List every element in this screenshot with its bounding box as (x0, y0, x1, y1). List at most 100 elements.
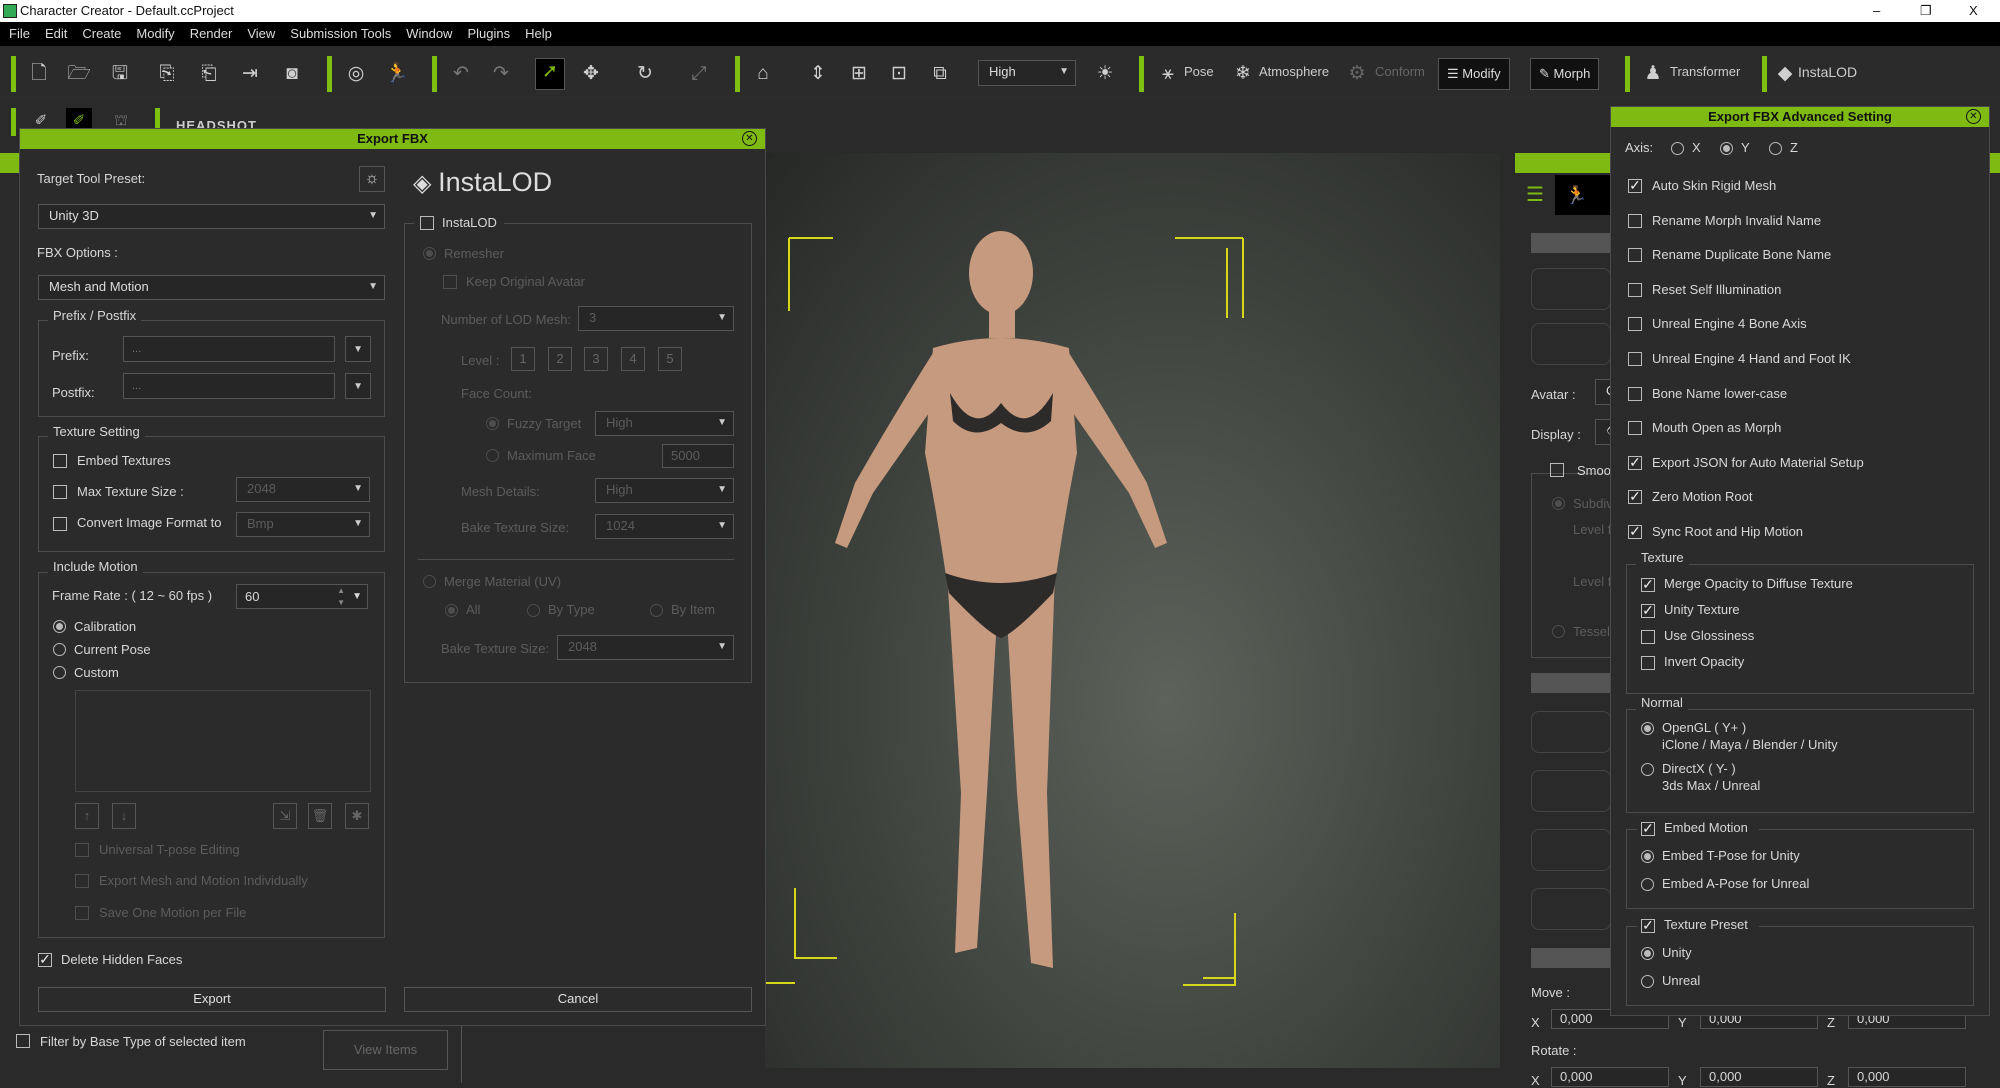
fbx-options-dropdown[interactable]: Mesh and Motion ▼ (38, 275, 385, 300)
conform-icon[interactable]: ⚙ (1344, 61, 1370, 87)
section-collapse-bar[interactable] (1531, 673, 1611, 693)
load-motion-icon[interactable]: ⇲ (273, 803, 297, 829)
move-icon[interactable]: ✥ (578, 61, 604, 87)
frame-rate-input[interactable]: 60 ▲ ▼ ▼ (236, 584, 368, 609)
motion-icon[interactable]: 🏃 (384, 61, 410, 87)
chevron-down-icon[interactable]: ▼ (352, 585, 362, 609)
atmosphere-button[interactable]: Atmosphere (1259, 64, 1329, 79)
pose-icon[interactable]: ⚹ (1155, 61, 1181, 87)
export-individually-checkbox[interactable] (75, 874, 89, 888)
level-3-button[interactable]: 3 (584, 347, 608, 371)
current-pose-radio[interactable] (53, 643, 66, 656)
panel-button[interactable] (1531, 711, 1611, 753)
viewport[interactable] (765, 153, 1500, 1068)
instalod-icon[interactable]: ◆ (1772, 61, 1798, 87)
menu-modify[interactable]: Modify (136, 26, 174, 41)
option-checkbox[interactable]: ✓ (1628, 524, 1642, 539)
import-icon[interactable]: ⎘ (154, 61, 180, 87)
panel-button[interactable] (1531, 323, 1611, 365)
texture-option-checkbox[interactable]: ✓ (1641, 577, 1655, 592)
convert-format-checkbox[interactable] (53, 517, 67, 531)
spinner-arrows-icon[interactable]: ▲ ▼ (337, 585, 345, 609)
lod-count-dropdown[interactable]: 3 ▼ (578, 306, 734, 331)
motion-list[interactable] (75, 690, 371, 792)
rotate-y-input[interactable]: 0,000 (1700, 1067, 1818, 1087)
delete-hidden-faces-checkbox[interactable]: ✓ (38, 952, 52, 967)
postfix-dropdown-button[interactable]: ▼ (345, 373, 371, 399)
filter-checkbox[interactable] (16, 1034, 30, 1048)
transformer-icon[interactable]: ♟ (1640, 61, 1666, 87)
close-button[interactable]: X (1969, 0, 1978, 22)
option-checkbox[interactable] (1628, 421, 1642, 436)
home-camera-icon[interactable]: ⌂ (750, 61, 776, 87)
panel-button[interactable] (1531, 770, 1611, 812)
menu-submission-tools[interactable]: Submission Tools (290, 26, 391, 41)
embed-textures-checkbox[interactable] (53, 454, 67, 468)
max-texture-dropdown[interactable]: 2048 ▼ (236, 477, 370, 502)
cancel-button[interactable]: Cancel (404, 987, 752, 1012)
menu-plugins[interactable]: Plugins (467, 26, 510, 41)
preset-unity-radio[interactable] (1641, 947, 1654, 960)
fuzzy-target-radio[interactable] (486, 417, 499, 430)
tessel-radio[interactable] (1552, 625, 1565, 638)
select-arrow-icon[interactable]: ➚ (535, 58, 565, 90)
max-texture-checkbox[interactable] (53, 485, 67, 499)
mesh-details-dropdown[interactable]: High ▼ (595, 478, 734, 503)
directx-radio[interactable] (1641, 763, 1654, 776)
maximize-button[interactable]: ❐ (1920, 0, 1932, 22)
level-1-button[interactable]: 1 (511, 347, 535, 371)
texture-option-checkbox[interactable] (1641, 630, 1655, 644)
option-checkbox[interactable] (1628, 386, 1642, 401)
gear-icon[interactable]: ☼ (359, 166, 385, 192)
axis-y-radio[interactable] (1720, 142, 1733, 155)
move-up-icon[interactable]: ↑ (75, 803, 99, 829)
transformer-button[interactable]: Transformer (1670, 64, 1740, 79)
option-checkbox[interactable] (1628, 282, 1642, 297)
pose-button[interactable]: Pose (1184, 64, 1214, 79)
smooth-checkbox[interactable] (1550, 463, 1564, 477)
clear-icon[interactable]: ✱ (345, 803, 369, 829)
menu-create[interactable]: Create (82, 26, 121, 41)
axis-z-radio[interactable] (1769, 142, 1782, 155)
instalod-checkbox[interactable] (420, 216, 434, 230)
option-checkbox[interactable]: ✓ (1628, 489, 1642, 505)
custom-radio[interactable] (53, 666, 66, 679)
texture-option-checkbox[interactable] (1641, 656, 1655, 670)
redo-icon[interactable]: ↷ (488, 61, 514, 87)
panel-button[interactable] (1531, 268, 1611, 310)
fit-vertical-icon[interactable]: ⇕ (805, 61, 831, 87)
option-checkbox[interactable] (1628, 317, 1642, 332)
texture-option-checkbox[interactable]: ✓ (1641, 603, 1655, 618)
opengl-radio[interactable] (1641, 722, 1654, 735)
option-checkbox[interactable] (1628, 213, 1642, 228)
postfix-input[interactable] (123, 373, 335, 399)
close-icon[interactable]: ✕ (1966, 109, 1981, 124)
option-checkbox[interactable] (1628, 352, 1642, 366)
axis-x-radio[interactable] (1671, 142, 1684, 155)
menu-file[interactable]: File (9, 26, 30, 41)
render-icon[interactable]: ◙ (279, 61, 305, 87)
target-preset-dropdown[interactable]: Unity 3D ▼ (38, 204, 385, 229)
conform-button[interactable]: Conform (1375, 64, 1425, 79)
maximum-face-input[interactable]: 5000 (662, 444, 734, 468)
menu-window[interactable]: Window (406, 26, 452, 41)
option-checkbox[interactable]: ✓ (1628, 178, 1642, 193)
maximum-face-radio[interactable] (486, 449, 499, 462)
morph-button[interactable]: ✎ Morph (1530, 58, 1600, 90)
prefix-dropdown-button[interactable]: ▼ (345, 336, 371, 362)
view-items-button[interactable]: View Items (323, 1030, 448, 1070)
content-icon[interactable]: ◎ (343, 61, 369, 87)
merge-bake-dropdown[interactable]: 2048 ▼ (557, 635, 734, 660)
calibration-radio[interactable] (53, 620, 66, 633)
level-4-button[interactable]: 4 (621, 347, 645, 371)
menu-view[interactable]: View (247, 26, 275, 41)
menu-edit[interactable]: Edit (45, 26, 67, 41)
trash-icon[interactable]: 🗑 (308, 803, 332, 829)
merge-material-radio[interactable] (423, 575, 436, 588)
export-button[interactable]: Export (38, 987, 386, 1012)
panel-button[interactable] (1531, 888, 1611, 930)
fit-all-icon[interactable]: ⊞ (846, 61, 872, 87)
quality-dropdown[interactable]: High ▼ (978, 60, 1076, 86)
atmosphere-icon[interactable]: ❄ (1230, 61, 1256, 87)
close-icon[interactable]: ✕ (742, 131, 757, 146)
